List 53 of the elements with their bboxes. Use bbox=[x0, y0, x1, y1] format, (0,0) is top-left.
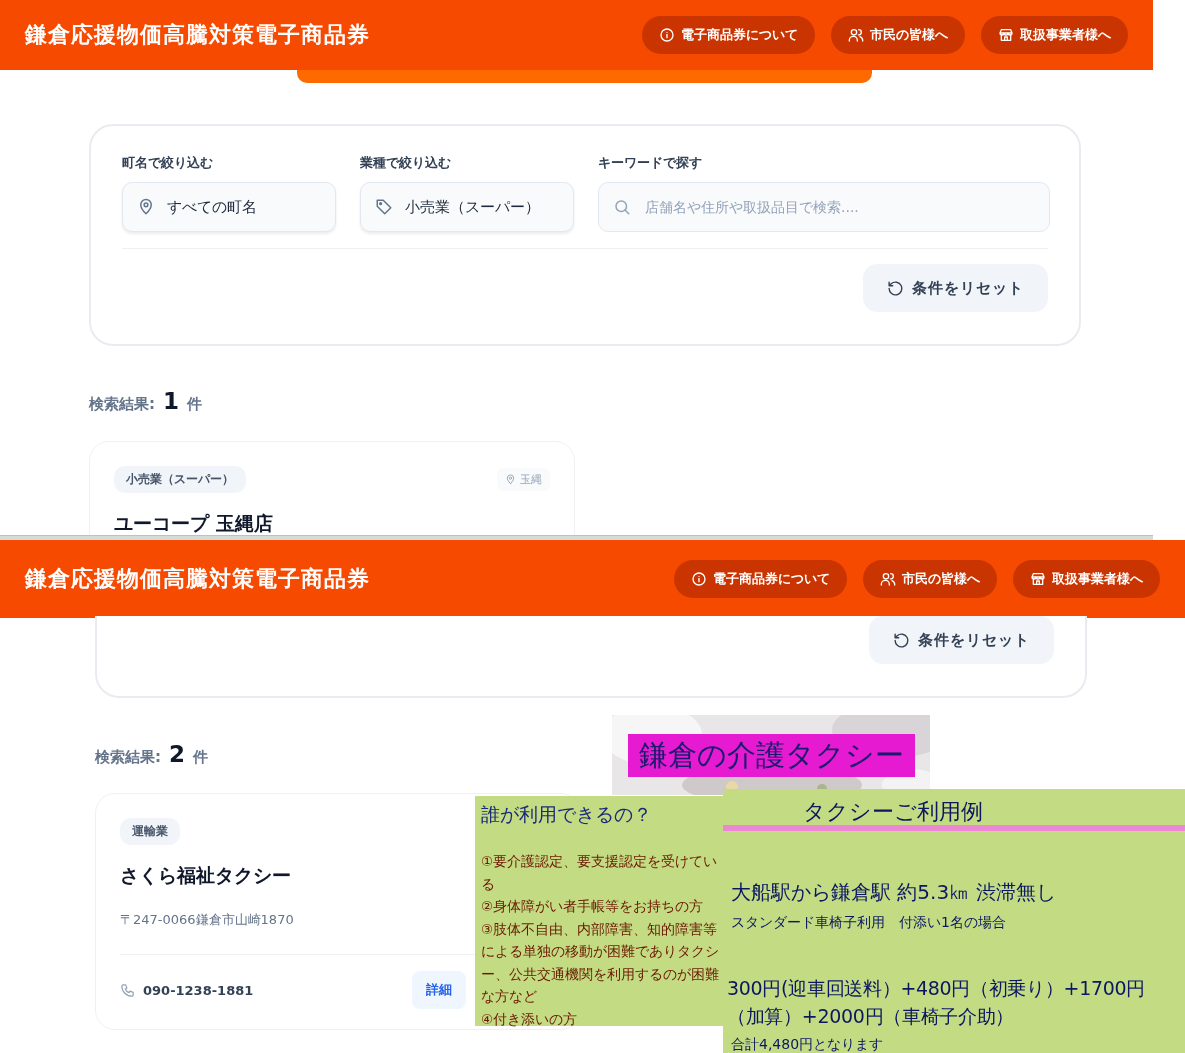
results-label: 検索結果: bbox=[89, 395, 155, 414]
info-icon bbox=[691, 571, 707, 587]
eligibility-item: ②身体障がい者手帳等をお持ちの方 bbox=[481, 897, 705, 916]
info-icon bbox=[659, 27, 675, 43]
phone-icon bbox=[120, 982, 135, 998]
eligibility-item: ④付き添いの方 bbox=[481, 1009, 579, 1029]
results-count: 1 bbox=[163, 388, 179, 414]
route-text: 大船駅から鎌倉駅 約5.3㎞ 渋滞無し bbox=[731, 879, 1057, 906]
store-name: さくら福祉タクシー bbox=[120, 863, 291, 888]
results-unit: 件 bbox=[193, 748, 208, 767]
reset-button[interactable]: 条件をリセット bbox=[869, 616, 1054, 664]
site-title: 鎌倉応援物価高騰対策電子商品券 bbox=[25, 21, 370, 49]
eligibility-item: ①要介護認定、要支援認定を受けている bbox=[481, 852, 719, 894]
fare-breakdown: 300円(迎車回送料）+480円（初乗り）+1700円（加算）+2000円（車椅子介助） bbox=[727, 976, 1147, 1029]
results-label: 検索結果: bbox=[95, 748, 161, 767]
tag-icon bbox=[375, 198, 393, 216]
storefront-icon bbox=[998, 27, 1014, 43]
filter-label: 町名で絞り込む bbox=[122, 154, 214, 172]
filter-label: キーワードで探す bbox=[598, 154, 703, 172]
results-unit: 件 bbox=[187, 395, 202, 414]
nav-link[interactable]: 市民の皆様へ bbox=[863, 560, 997, 598]
nav-link[interactable]: 電子商品券について bbox=[674, 560, 847, 598]
reset-button[interactable]: 条件をリセット bbox=[863, 264, 1048, 312]
storefront-icon bbox=[1030, 571, 1046, 587]
search-field[interactable]: 店舗名や住所や取扱品目で検索.... bbox=[598, 182, 1050, 232]
details-button[interactable]: 詳細 bbox=[412, 971, 466, 1009]
nav-link[interactable]: 取扱事業者様へ bbox=[1013, 560, 1160, 598]
map-pin-icon bbox=[505, 474, 516, 485]
map-pin-icon bbox=[137, 198, 155, 216]
panel-heading: タクシーご利用例 bbox=[803, 798, 984, 823]
nav-link[interactable]: 電子商品券について bbox=[642, 16, 815, 54]
reset-icon bbox=[887, 279, 904, 297]
reset-icon bbox=[893, 631, 910, 649]
people-icon bbox=[848, 27, 864, 43]
dropdown[interactable]: すべての町名 bbox=[122, 182, 336, 232]
filter-label: 業種で絞り込む bbox=[360, 154, 452, 172]
search-icon bbox=[613, 198, 631, 216]
category-tag: 小売業（スーパー） bbox=[114, 466, 246, 493]
people-icon bbox=[880, 571, 896, 587]
results-count: 2 bbox=[169, 741, 185, 767]
panel-heading: 誰が利用できるの？ bbox=[481, 802, 653, 827]
category-tag: 運輸業 bbox=[120, 818, 180, 845]
phone-number: 090-1238-1881 bbox=[143, 982, 254, 998]
nav-link[interactable]: 市民の皆様へ bbox=[831, 16, 965, 54]
dropdown[interactable]: 小売業（スーパー） bbox=[360, 182, 574, 232]
store-name: ユーコープ 玉縄店 bbox=[114, 511, 273, 535]
fare-total: 合計4,480円となります bbox=[731, 1036, 885, 1053]
banner-title: 鎌倉の介護タクシー bbox=[628, 734, 915, 777]
site-title: 鎌倉応援物価高騰対策電子商品券 bbox=[25, 565, 370, 593]
eligibility-item: ③肢体不自由、内部障害、知的障害等による単独の移動が困難でありタクシー、公共交通機関を利用するのが困難な方など bbox=[481, 919, 719, 1006]
area-name: 玉縄 bbox=[520, 472, 542, 487]
condition-text: スタンダード車椅子利用 付添い1名の場合 bbox=[731, 914, 1007, 932]
nav-link[interactable]: 取扱事業者様へ bbox=[981, 16, 1128, 54]
